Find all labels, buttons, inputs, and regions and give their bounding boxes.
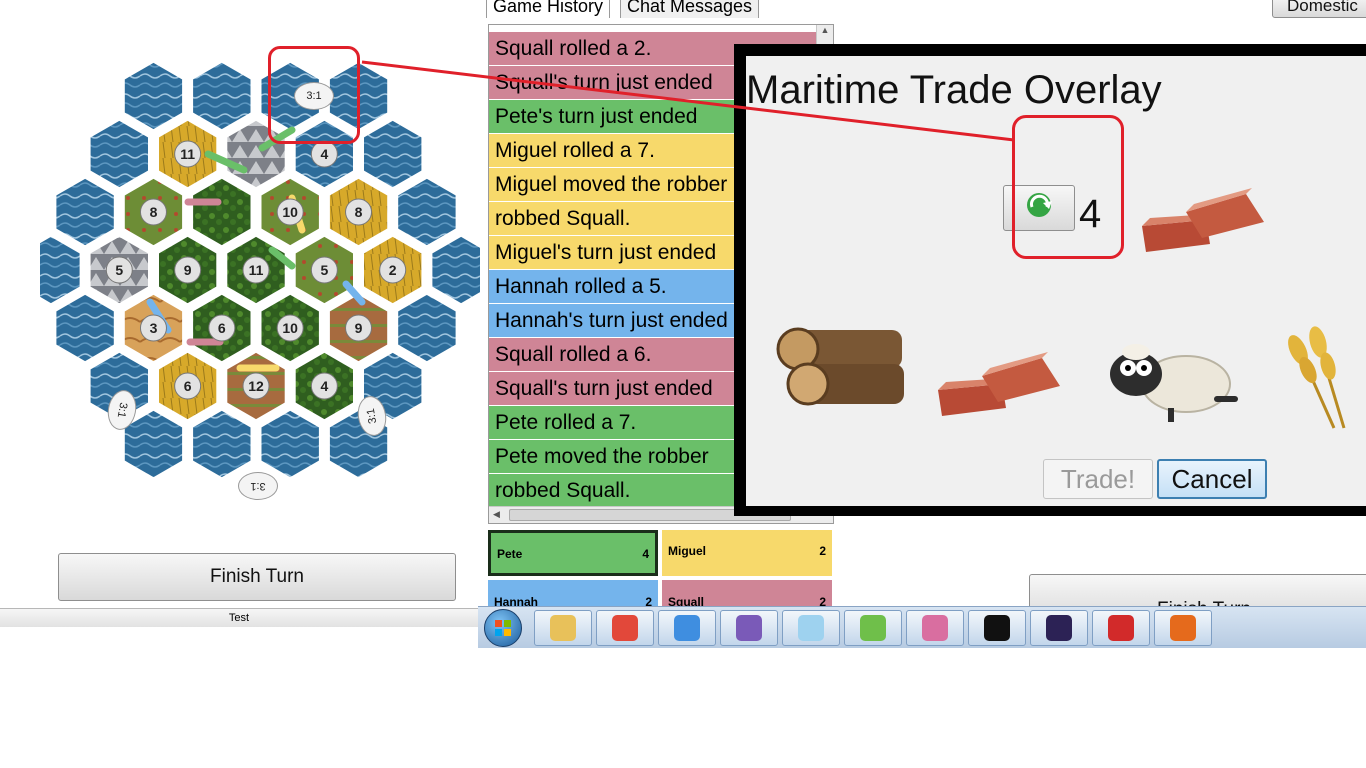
get-resource-wood[interactable]: [768, 324, 913, 419]
water-hex[interactable]: [188, 405, 256, 483]
water-hex[interactable]: [188, 57, 256, 135]
cancel-button[interactable]: Cancel: [1157, 459, 1267, 499]
player-summary: Pete 4 Miguel 2 Hannah 2 Squall 2: [488, 530, 834, 626]
overlay-title: Maritime Trade Overlay: [746, 68, 1162, 112]
port-label: 3:1: [238, 472, 278, 500]
player-name: Pete: [497, 547, 523, 561]
taskbar-button[interactable]: [534, 610, 592, 646]
number-token-label: 5: [320, 262, 328, 278]
github-icon: [736, 615, 762, 641]
editor-icon: [860, 615, 886, 641]
tab-game-history[interactable]: Game History: [486, 0, 611, 18]
player-name: Miguel: [668, 544, 706, 558]
water-hex[interactable]: [85, 115, 153, 193]
taskbar-button[interactable]: [1030, 610, 1088, 646]
hex-board[interactable]: 11 10 8 5 8 9 5 11 2 6 9 6 4 10 12 4 3: [17, 30, 495, 510]
maritime-trade-overlay: Maritime Trade Overlay 4 Trade! Cancel: [734, 44, 1366, 516]
number-token-label: 12: [248, 378, 264, 394]
domestic-trade-button[interactable]: Domestic: [1272, 0, 1366, 18]
number-token-label: 5: [115, 262, 123, 278]
water-hex[interactable]: [393, 289, 461, 367]
give-resource-brick[interactable]: [1136, 184, 1276, 265]
taskbar-button[interactable]: [1092, 610, 1150, 646]
eclipse-icon: [1046, 615, 1072, 641]
player-card-miguel[interactable]: Miguel 2: [662, 530, 832, 576]
tab-chat-messages[interactable]: Chat Messages: [620, 0, 760, 18]
number-token-label: 3: [150, 320, 158, 336]
wood-icon: [768, 327, 913, 418]
forest-hex[interactable]: [188, 173, 256, 251]
highlight-box: [1012, 115, 1124, 259]
taskbar-button[interactable]: [968, 610, 1026, 646]
chrome-icon: [674, 615, 700, 641]
water-hex[interactable]: [51, 289, 119, 367]
taskbar-button[interactable]: [596, 610, 654, 646]
number-token-label: 4: [320, 378, 328, 394]
file-explorer-icon: [550, 615, 576, 641]
number-token-label: 10: [282, 320, 298, 336]
history-tabs: Game History Chat Messages: [486, 0, 836, 20]
taskbar-button[interactable]: [782, 610, 840, 646]
number-token-label: 8: [355, 204, 363, 220]
git-icon: [612, 615, 638, 641]
taskbar-button[interactable]: [658, 610, 716, 646]
notepad-icon: [798, 615, 824, 641]
status-bar: Test: [0, 608, 478, 627]
sheep-icon: [1098, 344, 1248, 428]
scroll-left-icon[interactable]: ◀: [493, 509, 500, 520]
number-token-label: 9: [355, 320, 363, 336]
phone-emulator-icon: [1108, 615, 1134, 641]
wheat-icon: [1274, 326, 1364, 442]
number-token-label: 10: [282, 204, 298, 220]
water-hex[interactable]: [256, 405, 324, 483]
get-resource-brick[interactable]: [934, 350, 1074, 425]
get-resource-sheep[interactable]: [1098, 338, 1248, 429]
paint-icon: [922, 615, 948, 641]
number-token-label: 6: [184, 378, 192, 394]
number-token-label: 11: [180, 146, 195, 162]
water-hex[interactable]: [393, 173, 461, 251]
number-token-label: 2: [389, 262, 397, 278]
status-text: Test: [228, 612, 250, 624]
number-token-label: 4: [320, 146, 328, 162]
number-token-label: 11: [249, 262, 264, 278]
water-hex[interactable]: [51, 173, 119, 251]
brick-icon: [1136, 188, 1276, 264]
finish-turn-button[interactable]: Finish Turn: [58, 553, 456, 601]
scroll-up-icon[interactable]: ▲: [817, 25, 833, 35]
start-orb-icon[interactable]: [484, 609, 522, 647]
highlight-box: [268, 46, 360, 144]
os-taskbar: [478, 606, 1366, 648]
water-hex[interactable]: [119, 57, 188, 135]
water-hex[interactable]: [359, 115, 427, 193]
taskbar-button[interactable]: [1154, 610, 1212, 646]
taskbar-button[interactable]: [720, 610, 778, 646]
taskbar-button[interactable]: [844, 610, 902, 646]
brick-icon: [934, 352, 1074, 424]
trade-button[interactable]: Trade!: [1043, 459, 1153, 499]
number-token-label: 6: [218, 320, 226, 336]
player-card-pete[interactable]: Pete 4: [488, 530, 658, 576]
number-token-label: 9: [184, 262, 192, 278]
number-token-label: 8: [150, 204, 158, 220]
water-hex[interactable]: [427, 231, 495, 309]
terminal-icon: [984, 615, 1010, 641]
get-resource-wheat[interactable]: [1274, 318, 1364, 443]
player-count: 2: [819, 544, 826, 558]
game-board[interactable]: 11 10 8 5 8 9 5 11 2 6 9 6 4 10 12 4 3 3:1 3:1 3:1 3:1: [17, 30, 495, 510]
player-count: 4: [642, 547, 649, 561]
taskbar-button[interactable]: [906, 610, 964, 646]
java-icon: [1170, 615, 1196, 641]
